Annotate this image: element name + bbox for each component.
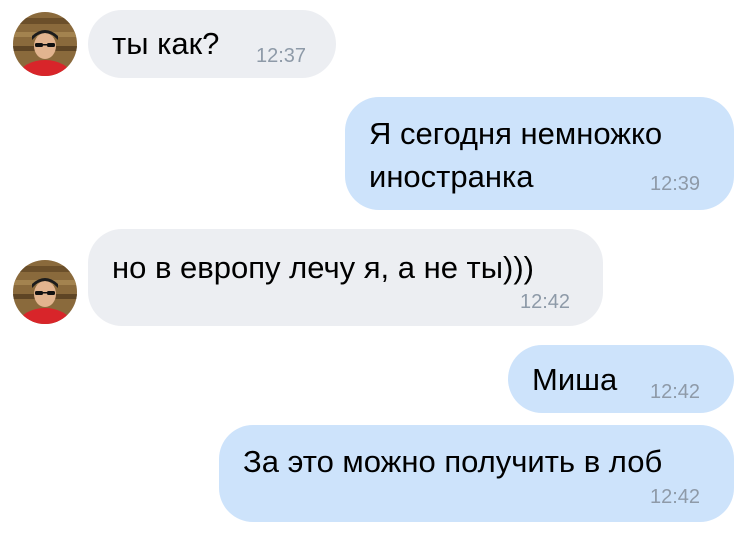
- message-timestamp: 12:39: [650, 173, 701, 195]
- message-bubble-incoming[interactable]: но в европу лечу я, а не ты))) 12:42: [88, 229, 603, 326]
- message-text-line-1: Я сегодня немножко: [369, 116, 663, 151]
- avatar-photo-icon: [13, 12, 77, 76]
- message-bubble-incoming[interactable]: ты как? 12:37: [88, 10, 336, 78]
- message-text: ты как?: [112, 26, 220, 61]
- sender-avatar[interactable]: [13, 260, 77, 324]
- avatar-photo-icon: [13, 260, 77, 324]
- message-bubble-outgoing[interactable]: Я сегодня немножко иностранка 12:39: [345, 97, 734, 210]
- message-text: За это можно получить в лоб: [243, 444, 663, 479]
- message-text: но в европу лечу я, а не ты))): [112, 250, 534, 285]
- sender-avatar[interactable]: [13, 12, 77, 76]
- message-timestamp: 12:42: [650, 486, 701, 508]
- message-timestamp: 12:42: [650, 381, 701, 403]
- message-text: Миша: [532, 362, 618, 397]
- message-bubble-outgoing[interactable]: За это можно получить в лоб 12:42: [219, 425, 734, 522]
- message-text-line-2: иностранка: [369, 159, 534, 194]
- message-timestamp: 12:42: [520, 291, 571, 313]
- message-bubble-outgoing[interactable]: Миша 12:42: [508, 345, 734, 413]
- message-timestamp: 12:37: [256, 45, 307, 67]
